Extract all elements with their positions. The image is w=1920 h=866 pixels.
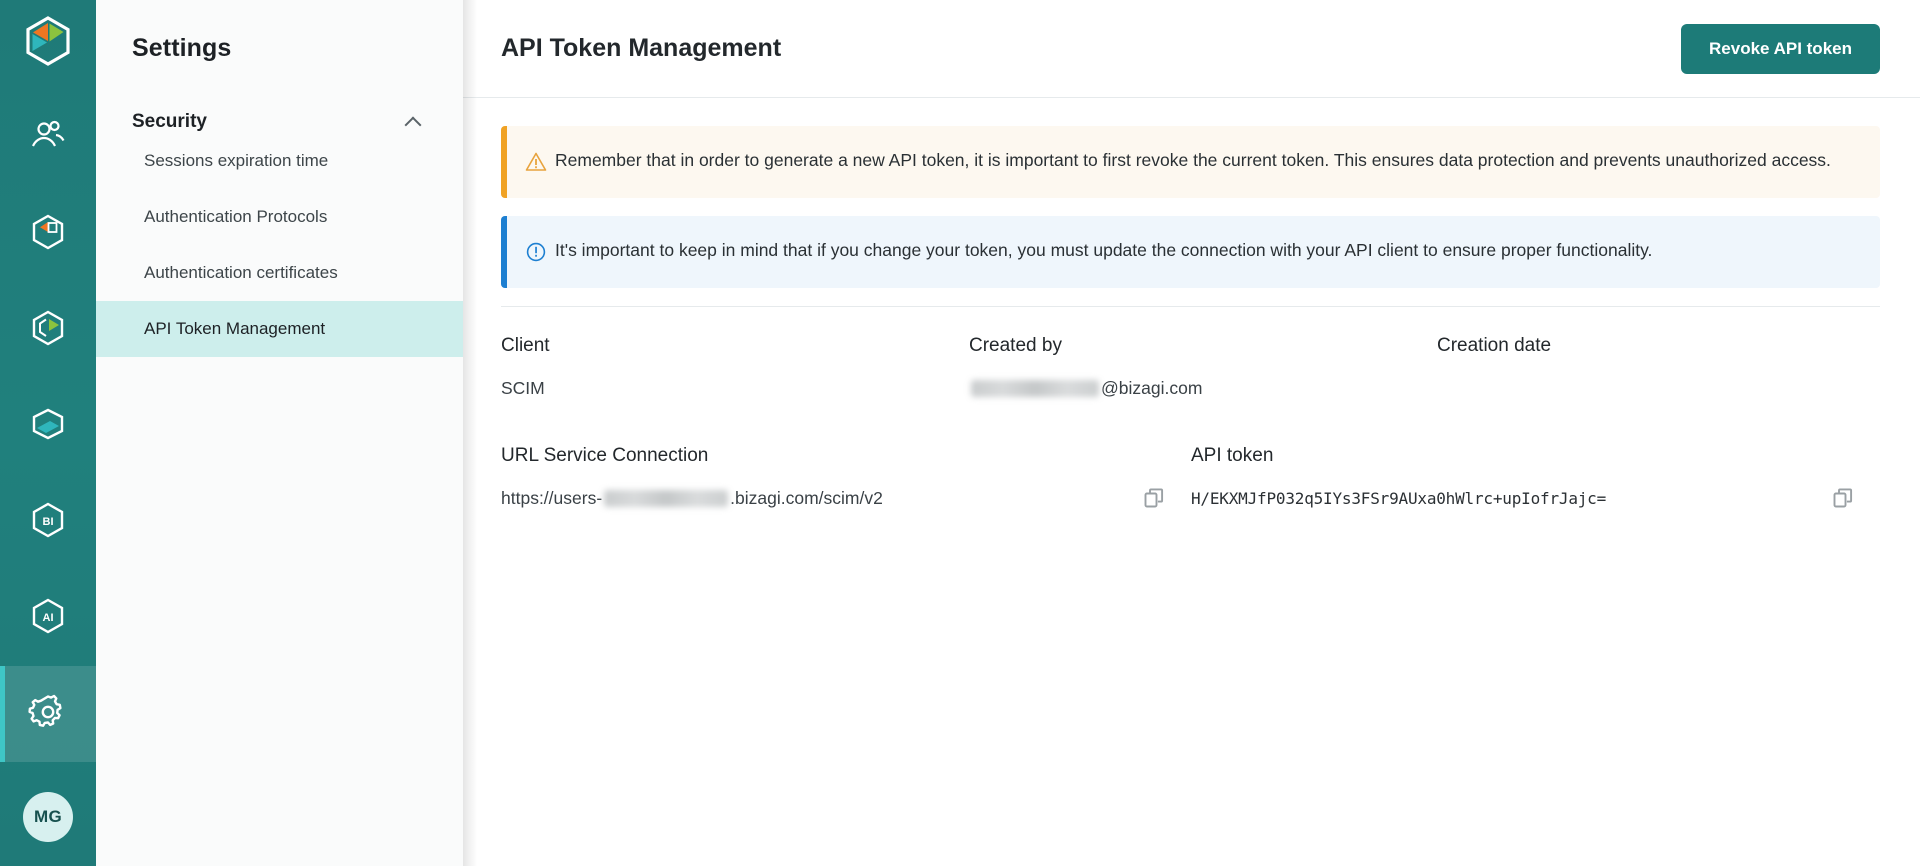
hex-ai-icon: AI — [28, 596, 68, 641]
rail-item-ai[interactable]: AI — [0, 570, 96, 666]
hex-automation-icon — [28, 212, 68, 257]
field-client: Client SCIM — [501, 335, 969, 401]
sidebar-item-sessions-expiration-time[interactable]: Sessions expiration time — [96, 133, 463, 189]
rail-item-stack[interactable] — [0, 378, 96, 474]
copy-url-icon[interactable] — [1143, 487, 1165, 509]
warning-triangle-icon — [525, 151, 555, 178]
field-creation-date-label: Creation date — [1437, 335, 1552, 356]
primary-icon-rail: BI AI MG — [0, 0, 96, 866]
field-created-by: Created by @bizagi.com — [969, 335, 1437, 401]
warning-banner: Remember that in order to generate a new… — [501, 126, 1880, 198]
field-url-service-connection: URL Service Connection https://users- .bi… — [501, 445, 1191, 511]
info-banner-text: It's important to keep in mind that if y… — [555, 240, 1653, 260]
sidebar-item-label: API Token Management — [144, 319, 326, 338]
field-creation-date: Creation date — [1437, 335, 1880, 401]
sidebar-item-label: Sessions expiration time — [144, 151, 329, 170]
field-client-value: SCIM — [501, 377, 545, 398]
rail-item-automation[interactable] — [0, 186, 96, 282]
field-created-by-value: @bizagi.com — [969, 375, 1437, 401]
svg-text:BI: BI — [43, 516, 54, 528]
hex-modeler-icon — [28, 308, 68, 353]
copy-api-token-icon[interactable] — [1832, 487, 1854, 509]
redacted-tenant-name — [604, 489, 729, 507]
info-banner: It's important to keep in mind that if y… — [501, 216, 1880, 288]
avatar-container: MG — [0, 792, 96, 842]
main-header: API Token Management Revoke API token — [463, 0, 1920, 98]
hex-stack-icon — [28, 404, 68, 449]
url-suffix: .bizagi.com/scim/v2 — [730, 487, 883, 508]
content-divider — [501, 306, 1880, 307]
sidebar-item-authentication-certificates[interactable]: Authentication certificates — [96, 245, 463, 301]
page-title: API Token Management — [501, 34, 782, 62]
settings-section-label: Security — [132, 111, 207, 132]
field-url-service-value: https://users- .bizagi.com/scim/v2 — [501, 485, 883, 511]
rail-item-bi[interactable]: BI — [0, 474, 96, 570]
redacted-user-name — [971, 379, 1099, 397]
app-root: BI AI MG Settings Security Sessions expi… — [0, 0, 1920, 866]
details-row-primary: Client SCIM Created by @bizagi.com Creat… — [501, 335, 1880, 401]
info-circle-icon — [525, 241, 555, 268]
gear-icon — [27, 691, 69, 738]
field-api-token-label: API token — [1191, 445, 1274, 466]
details-row-secondary: URL Service Connection https://users- .bi… — [501, 445, 1880, 511]
revoke-api-token-button[interactable]: Revoke API token — [1681, 23, 1880, 74]
hex-bi-icon: BI — [28, 500, 68, 545]
field-api-token: API token H/EKXMJfP032q5IYs3FSr9AUxa0hWl… — [1191, 445, 1880, 511]
settings-section-security[interactable]: Security — [96, 63, 463, 133]
warning-banner-text: Remember that in order to generate a new… — [555, 150, 1831, 170]
main-content: API Token Management Revoke API token Re… — [463, 0, 1920, 866]
bizagi-hex-logo-icon[interactable] — [0, 14, 96, 68]
sidebar-item-label: Authentication certificates — [144, 263, 338, 282]
settings-panel-title: Settings — [132, 34, 232, 62]
content-area: Remember that in order to generate a new… — [463, 98, 1920, 511]
settings-nav-list: Sessions expiration time Authentication … — [96, 133, 463, 357]
rail-item-settings[interactable] — [0, 666, 96, 762]
avatar[interactable]: MG — [23, 792, 73, 842]
created-by-suffix: @bizagi.com — [1101, 377, 1203, 398]
sidebar-item-authentication-protocols[interactable]: Authentication Protocols — [96, 189, 463, 245]
field-url-service-label: URL Service Connection — [501, 445, 709, 466]
settings-panel: Settings Security Sessions expiration ti… — [96, 0, 477, 866]
chevron-up-icon[interactable] — [405, 114, 421, 130]
svg-text:AI: AI — [43, 612, 54, 624]
rail-item-modeler[interactable] — [0, 282, 96, 378]
sidebar-item-api-token-management[interactable]: API Token Management — [96, 301, 463, 357]
sidebar-item-label: Authentication Protocols — [144, 207, 328, 226]
field-creation-date-value — [1437, 375, 1880, 401]
people-icon — [29, 119, 67, 158]
field-client-label: Client — [501, 335, 550, 356]
field-created-by-label: Created by — [969, 335, 1062, 356]
field-api-token-value: H/EKXMJfP032q5IYs3FSr9AUxa0hWlrc+upIofrJ… — [1191, 488, 1607, 508]
rail-item-people[interactable] — [0, 90, 96, 186]
url-prefix: https://users- — [501, 487, 603, 508]
